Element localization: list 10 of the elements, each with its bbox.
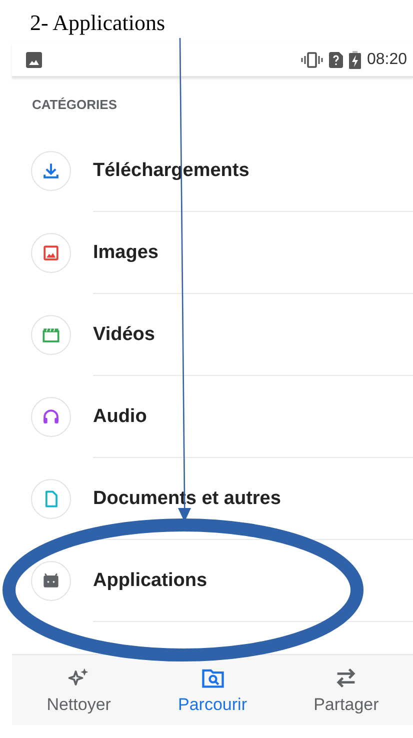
caption-title: 2- Applications [30, 10, 166, 35]
category-label[interactable]: Applications [93, 570, 208, 592]
nav-tab[interactable]: Parcourir [146, 655, 280, 725]
category-label[interactable]: Audio [93, 406, 147, 428]
status-time: 08:20 [366, 51, 407, 69]
nav-tab[interactable]: Partager [279, 655, 413, 725]
section-heading: CATÉGORIES [32, 97, 117, 112]
category-label[interactable]: Images [93, 242, 158, 264]
nav-tab[interactable]: Nettoyer [12, 655, 146, 725]
category-label[interactable]: Vidéos [93, 324, 155, 346]
